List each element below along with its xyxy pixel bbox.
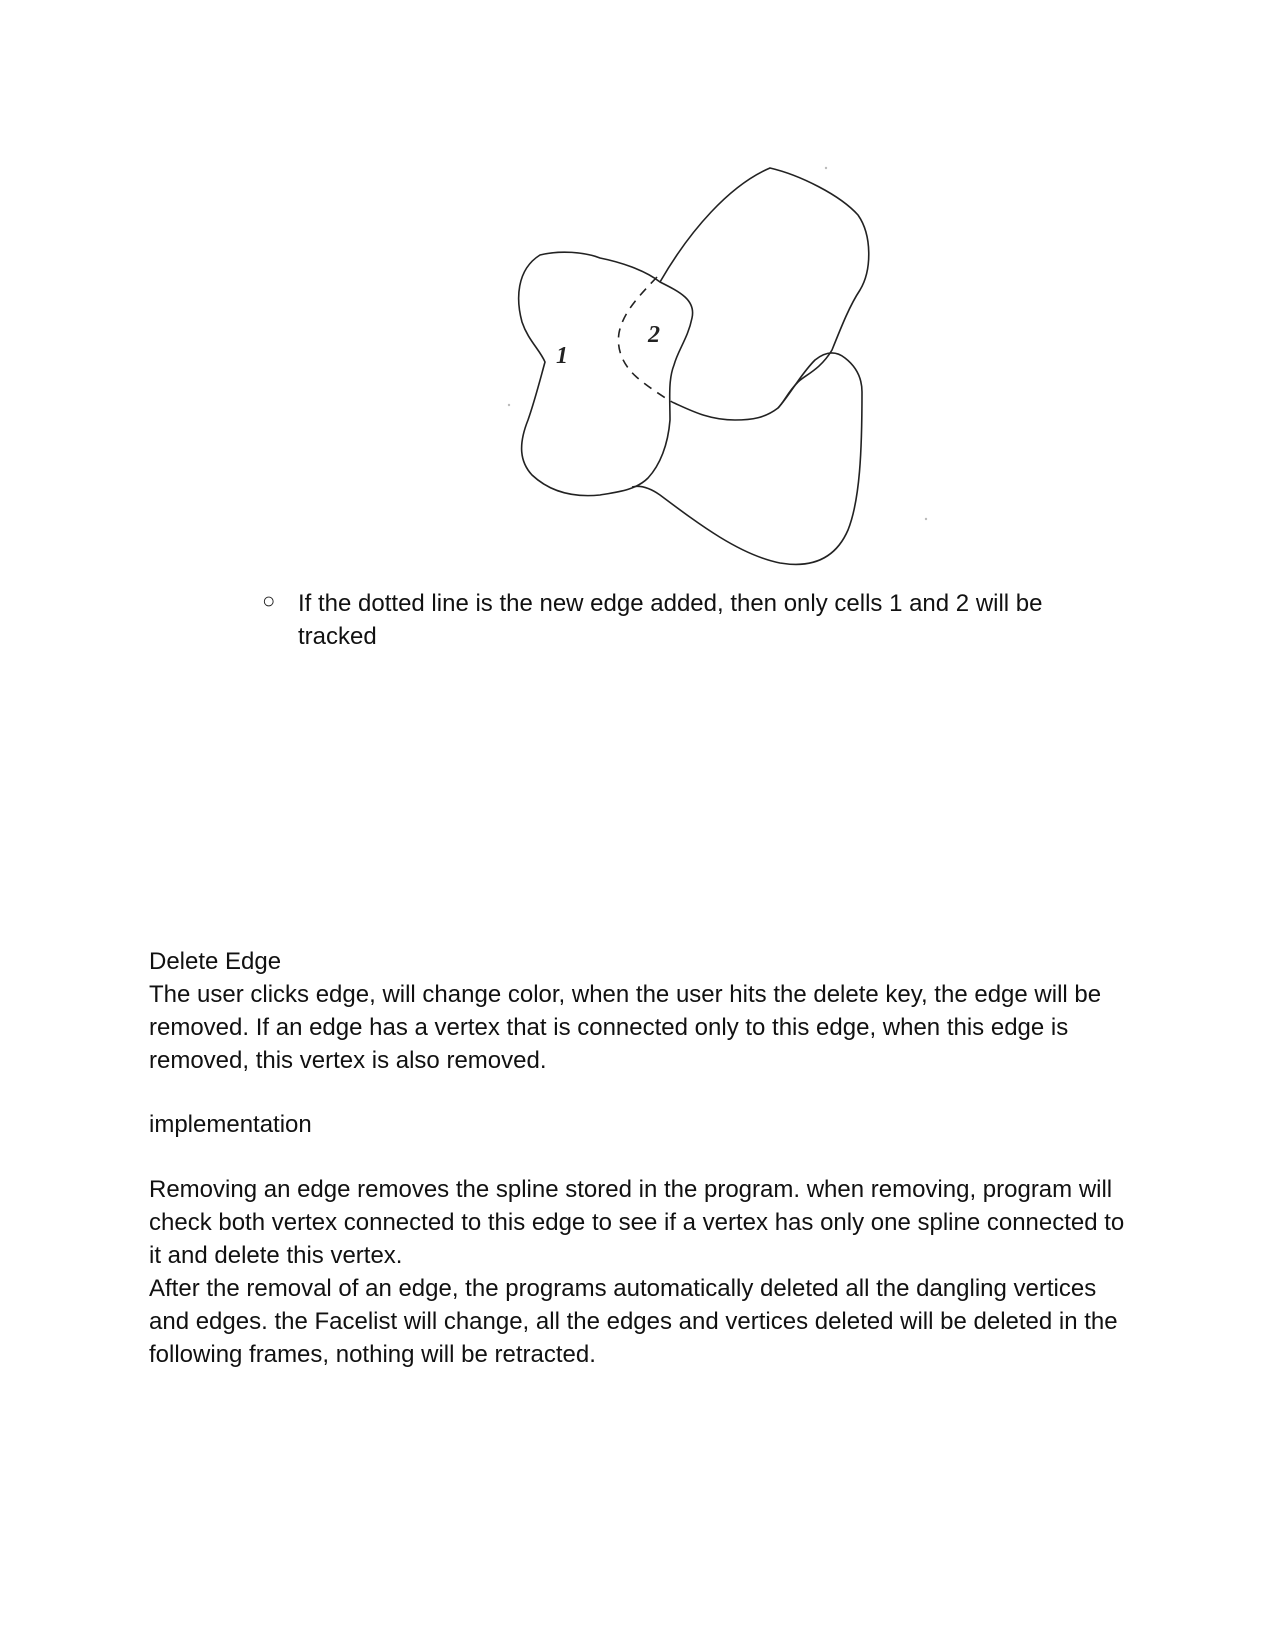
new-edge-dashed — [617, 276, 673, 403]
section-description: The user clicks edge, will change color,… — [149, 981, 1102, 1074]
bullet-marker: ○ — [262, 588, 276, 613]
implementation-paragraph-2: After the removal of an edge, the progra… — [149, 1275, 1118, 1368]
cell-1-label: 1 — [556, 343, 568, 369]
cell-2-label: 2 — [648, 322, 660, 348]
cell-diagram-svg — [507, 166, 928, 566]
section-title: Delete Edge — [149, 948, 282, 975]
implementation-heading: implementation — [149, 1111, 312, 1138]
implementation-paragraph-1: Removing an edge removes the spline stor… — [149, 1176, 1125, 1269]
speck — [924, 517, 928, 521]
speck — [824, 166, 828, 170]
bullet-text: If the dotted line is the new edge added… — [298, 590, 1043, 650]
cell-1-outline — [517, 251, 694, 497]
cell-diagram: 1 2 — [0, 0, 1275, 600]
cell-upper-right-outline — [659, 167, 870, 421]
speck — [507, 403, 511, 407]
cell-lower-right-outline — [631, 352, 863, 566]
